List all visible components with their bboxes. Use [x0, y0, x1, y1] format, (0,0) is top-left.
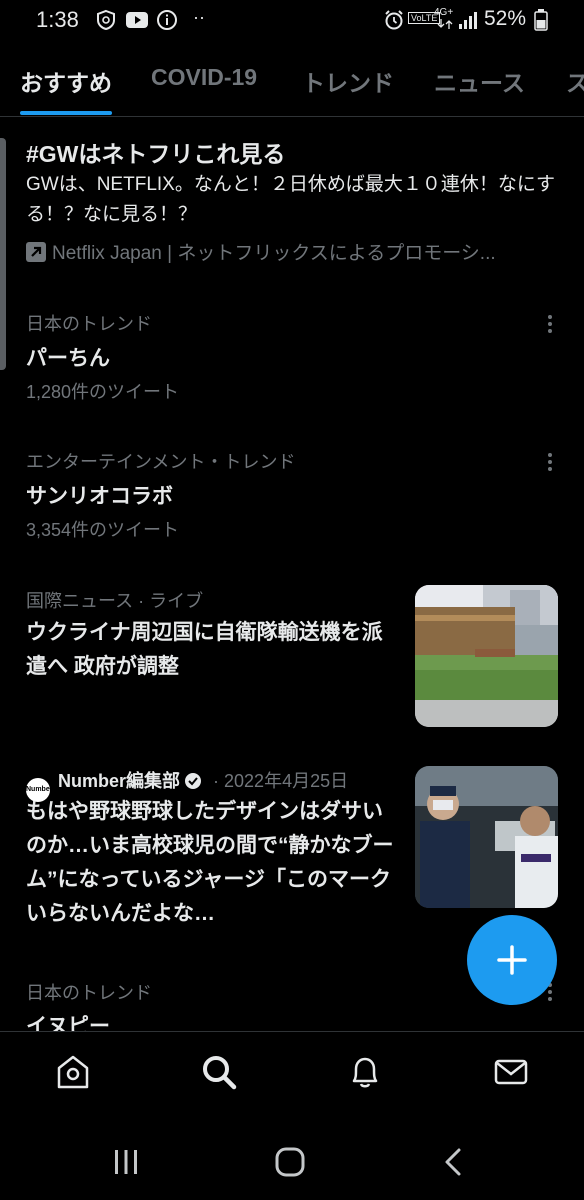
explore-tabs: おすすめ COVID-19 トレンド ニュース ス	[0, 52, 584, 117]
news-thumbnail	[415, 585, 558, 727]
promoted-icon	[26, 242, 46, 262]
more-options-icon[interactable]	[540, 312, 560, 338]
trend-count: 1,280件のツイート	[26, 382, 180, 402]
status-time: 1:38	[36, 7, 79, 32]
news-status: · ライブ	[138, 591, 204, 611]
battery-icon	[534, 9, 548, 31]
plus-icon	[497, 945, 527, 975]
messages-icon[interactable]	[491, 1052, 531, 1092]
signal-icon	[459, 12, 477, 29]
promoted-by-text: Netflix Japan | ネットフリックスによるプロモーシ...	[52, 243, 496, 264]
recents-icon[interactable]	[109, 1145, 143, 1179]
trend-name: サンリオコラボ	[26, 485, 173, 508]
promoted-title: #GWはネトフリこれ見る	[26, 141, 286, 167]
tab-covid-19[interactable]: COVID-19	[151, 64, 257, 91]
trend-count: 3,354件のツイート	[26, 520, 180, 540]
alarm-icon	[385, 10, 403, 30]
home-icon[interactable]	[53, 1052, 93, 1092]
home-circle-icon[interactable]	[273, 1145, 307, 1179]
more-options-icon[interactable]	[540, 450, 560, 476]
system-navigation	[0, 1123, 584, 1200]
tab-recommended[interactable]: おすすめ	[20, 64, 112, 98]
tab-sports[interactable]: ス	[566, 64, 584, 98]
news-title: もはや野球野球したデザインはダサいのか…いま高校球児の間で“静かなブーム”になっ…	[26, 800, 394, 925]
trend-category: 日本のトレンド	[26, 983, 152, 1003]
verified-badge-icon	[185, 773, 202, 789]
news-meta: 国際ニュース · ライブ	[26, 587, 203, 613]
scroll-indicator[interactable]	[0, 138, 6, 370]
shield-icon	[97, 9, 115, 31]
search-icon[interactable]	[199, 1052, 239, 1092]
notifications-icon[interactable]	[345, 1052, 385, 1092]
news-category: 国際ニュース	[26, 591, 134, 611]
tab-trends[interactable]: トレンド	[302, 64, 394, 98]
author-name: Number編集部	[58, 771, 181, 791]
trend-category: 日本のトレンド	[26, 314, 152, 334]
more-dots-icon: ··	[193, 7, 205, 27]
network-type: 4G+	[434, 7, 454, 18]
promoted-description: GWは、NETFLIX。なんと！２日休めば最大１０連休！なにする！？なに見る！？	[26, 174, 556, 225]
bottom-navigation	[0, 1031, 584, 1124]
battery-percent: 52%	[484, 7, 527, 30]
status-bar: 1:38 ·· VoLTE 4G+ 52%	[0, 0, 584, 40]
tab-news[interactable]: ニュース	[434, 64, 525, 98]
trend-name: パーちん	[26, 347, 110, 370]
data-arrows-icon	[437, 19, 453, 29]
compose-fab-button[interactable]	[467, 915, 557, 1005]
trend-category: エンターテインメント・トレンド	[26, 452, 296, 472]
info-icon	[157, 10, 177, 30]
active-tab-indicator	[20, 111, 112, 115]
youtube-icon	[126, 12, 148, 28]
back-icon[interactable]	[437, 1145, 471, 1179]
news-thumbnail	[415, 766, 558, 908]
news-title: ウクライナ周辺国に自衛隊輸送機を派遣へ 政府が調整	[26, 621, 383, 678]
news-date: · 2022年4月25日	[213, 771, 349, 791]
promoted-by: Netflix Japan | ネットフリックスによるプロモーシ...	[26, 238, 571, 265]
